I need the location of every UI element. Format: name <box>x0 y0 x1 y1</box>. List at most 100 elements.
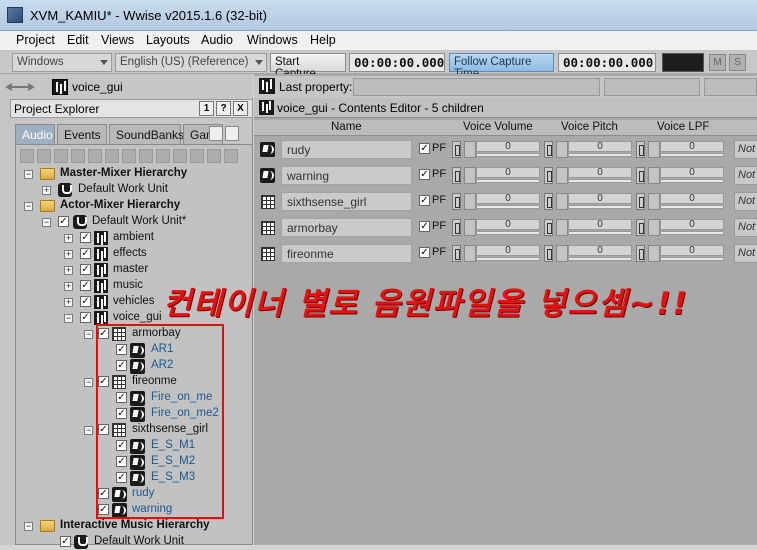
mute-button[interactable]: M <box>709 54 726 71</box>
voice-pitch-slider[interactable] <box>568 205 632 209</box>
voice-lpf-value[interactable]: 0 <box>660 245 724 256</box>
rtpc-icon[interactable] <box>556 219 568 236</box>
col-voice-pitch[interactable]: Voice Pitch <box>561 121 618 133</box>
voice-pitch-slider[interactable] <box>568 231 632 235</box>
menu-project[interactable]: Project <box>16 33 55 47</box>
tool-icon[interactable] <box>156 149 170 163</box>
rtpc-icon[interactable] <box>556 193 568 210</box>
tool-icon[interactable] <box>54 149 68 163</box>
tab-soundbanks[interactable]: SoundBanks <box>109 124 184 144</box>
link-icon[interactable] <box>452 193 461 210</box>
checkbox[interactable]: ✓ <box>80 232 91 243</box>
link-icon[interactable] <box>544 141 553 158</box>
voice-volume-value[interactable]: 0 <box>476 219 540 230</box>
col-voice-volume[interactable]: Voice Volume <box>463 121 533 133</box>
rtpc-icon[interactable] <box>648 193 660 210</box>
rtpc-icon[interactable] <box>556 141 568 158</box>
voice-lpf-slider[interactable] <box>660 205 724 209</box>
last-property-field[interactable] <box>353 78 600 96</box>
voice-lpf-value[interactable]: 0 <box>660 193 724 204</box>
back-arrow-icon[interactable] <box>5 83 12 91</box>
collapse-icon[interactable]: − <box>24 522 33 531</box>
voice-volume-control[interactable]: 0 <box>452 166 540 185</box>
voice-pitch-slider[interactable] <box>568 153 632 157</box>
property-extra-field[interactable] <box>704 78 757 96</box>
voice-volume-value[interactable]: 0 <box>476 193 540 204</box>
rtpc-icon[interactable] <box>648 219 660 236</box>
collapse-icon[interactable]: − <box>84 378 93 387</box>
voice-volume-slider[interactable] <box>476 257 540 261</box>
pf-checkbox[interactable]: ✓ <box>419 247 430 258</box>
voice-pitch-control[interactable]: 0 <box>544 140 632 159</box>
link-icon[interactable] <box>544 193 553 210</box>
voice-pitch-value[interactable]: 0 <box>568 219 632 230</box>
voice-lpf-slider[interactable] <box>660 231 724 235</box>
voice-pitch-slider[interactable] <box>568 257 632 261</box>
tool-icon[interactable] <box>190 149 204 163</box>
solo-button[interactable]: S <box>729 54 746 71</box>
tool-icon[interactable] <box>224 149 238 163</box>
tool-icon[interactable] <box>71 149 85 163</box>
tab-scroll-right-icon[interactable] <box>225 126 239 141</box>
row-name[interactable]: rudy <box>281 140 412 159</box>
rtpc-icon[interactable] <box>556 167 568 184</box>
checkbox[interactable]: ✓ <box>80 248 91 259</box>
pf-checkbox[interactable]: ✓ <box>419 195 430 206</box>
expand-icon[interactable]: + <box>64 282 73 291</box>
follow-capture-time-button[interactable]: Follow Capture Time <box>449 53 554 80</box>
table-row[interactable]: rudy ✓ PF 0 0 0 Not <box>254 138 757 160</box>
collapse-icon[interactable]: − <box>24 202 33 211</box>
collapse-icon[interactable]: − <box>64 314 73 323</box>
table-row[interactable]: sixthsense_girl ✓ PF 0 0 0 Not <box>254 190 757 212</box>
voice-volume-control[interactable]: 0 <box>452 218 540 237</box>
voice-volume-control[interactable]: 0 <box>452 244 540 263</box>
view-number-button[interactable]: 1 <box>199 101 214 116</box>
menu-help[interactable]: Help <box>310 33 336 47</box>
voice-volume-control[interactable]: 0 <box>452 140 540 159</box>
menu-audio[interactable]: Audio <box>201 33 233 47</box>
checkbox[interactable]: ✓ <box>80 280 91 291</box>
tab-audio[interactable]: Audio <box>15 124 55 144</box>
voice-pitch-control[interactable]: 0 <box>544 244 632 263</box>
voice-volume-slider[interactable] <box>476 205 540 209</box>
power-icon[interactable] <box>20 149 34 163</box>
expand-icon[interactable]: + <box>64 298 73 307</box>
tab-scroll-left-icon[interactable] <box>209 126 223 141</box>
voice-lpf-slider[interactable] <box>660 257 724 261</box>
link-icon[interactable] <box>636 245 645 262</box>
rtpc-icon[interactable] <box>648 141 660 158</box>
voice-pitch-control[interactable]: 0 <box>544 166 632 185</box>
voice-lpf-slider[interactable] <box>660 179 724 183</box>
collapse-icon[interactable]: − <box>42 218 51 227</box>
voice-lpf-value[interactable]: 0 <box>660 219 724 230</box>
tool-icon[interactable] <box>173 149 187 163</box>
voice-lpf-value[interactable]: 0 <box>660 141 724 152</box>
voice-lpf-control[interactable]: 0 <box>636 192 724 211</box>
tool-icon[interactable] <box>37 149 51 163</box>
checkbox[interactable]: ✓ <box>80 296 91 307</box>
expand-icon[interactable]: + <box>64 234 73 243</box>
voice-lpf-control[interactable]: 0 <box>636 140 724 159</box>
voice-pitch-control[interactable]: 0 <box>544 218 632 237</box>
notes-field[interactable]: Not <box>734 244 757 263</box>
link-icon[interactable] <box>452 141 461 158</box>
voice-pitch-value[interactable]: 0 <box>568 193 632 204</box>
table-row[interactable]: fireonme ✓ PF 0 0 0 Not <box>254 242 757 264</box>
property-value-field[interactable] <box>604 78 700 96</box>
link-icon[interactable] <box>636 193 645 210</box>
collapse-icon[interactable]: − <box>84 426 93 435</box>
row-name[interactable]: warning <box>281 166 412 185</box>
layout-combo[interactable]: Windows <box>12 53 112 72</box>
row-name[interactable]: fireonme <box>281 244 412 263</box>
voice-lpf-control[interactable]: 0 <box>636 218 724 237</box>
rtpc-icon[interactable] <box>648 167 660 184</box>
link-icon[interactable] <box>544 219 553 236</box>
rtpc-icon[interactable] <box>464 193 476 210</box>
start-capture-button[interactable]: Start Capture <box>270 53 346 80</box>
checkbox[interactable]: ✓ <box>80 264 91 275</box>
link-icon[interactable] <box>636 167 645 184</box>
link-icon[interactable] <box>452 245 461 262</box>
voice-volume-slider[interactable] <box>476 153 540 157</box>
collapse-icon[interactable]: − <box>84 330 93 339</box>
notes-field[interactable]: Not <box>734 140 757 159</box>
